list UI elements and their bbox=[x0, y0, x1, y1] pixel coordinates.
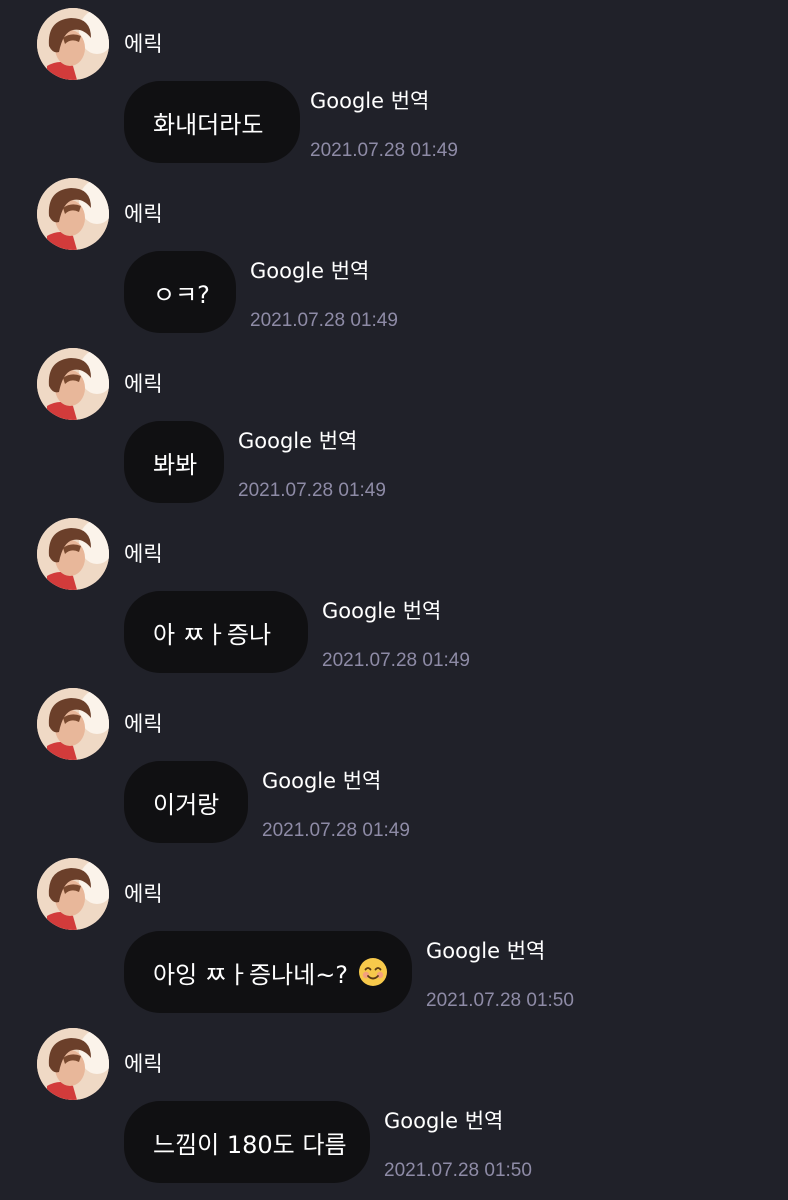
message-bubble[interactable]: 이거랑 bbox=[124, 761, 248, 843]
timestamp: 2021.07.28 01:50 bbox=[384, 1160, 532, 1181]
translation-source[interactable]: Google 번역 bbox=[426, 936, 574, 966]
sender-name: 에릭 bbox=[124, 1052, 163, 1076]
message-item: 에릭 화내더라도 Google 번역 2021.07.28 01:49 bbox=[0, 0, 788, 170]
avatar[interactable] bbox=[37, 518, 109, 590]
message-bubble[interactable]: ㅇㅋ? bbox=[124, 251, 236, 333]
sender-name: 에릭 bbox=[124, 882, 163, 906]
timestamp: 2021.07.28 01:49 bbox=[262, 820, 410, 841]
message-meta: Google 번역 2021.07.28 01:50 bbox=[426, 936, 574, 1014]
message-bubble[interactable]: 화내더라도 bbox=[124, 81, 300, 163]
translation-source[interactable]: Google 번역 bbox=[310, 86, 458, 116]
message-meta: Google 번역 2021.07.28 01:49 bbox=[310, 86, 458, 164]
message-meta: Google 번역 2021.07.28 01:49 bbox=[322, 596, 470, 674]
avatar[interactable] bbox=[37, 8, 109, 80]
avatar-portrait-image bbox=[37, 1028, 109, 1100]
avatar-portrait-image bbox=[37, 688, 109, 760]
message-item: 에릭 아잉 ㅉㅏ증나네~? Google 번역 2021.07.28 01:50 bbox=[0, 850, 788, 1020]
timestamp: 2021.07.28 01:49 bbox=[250, 310, 398, 331]
sender-name: 에릭 bbox=[124, 202, 163, 226]
message-text: 느낌이 180도 다름 bbox=[153, 1130, 347, 1159]
smiling-face-emoji bbox=[358, 957, 388, 987]
avatar[interactable] bbox=[37, 858, 109, 930]
avatar-portrait-image bbox=[37, 178, 109, 250]
translation-source[interactable]: Google 번역 bbox=[384, 1106, 532, 1136]
timestamp: 2021.07.28 01:49 bbox=[310, 140, 458, 161]
translation-source[interactable]: Google 번역 bbox=[322, 596, 470, 626]
message-bubble[interactable]: 느낌이 180도 다름 bbox=[124, 1101, 370, 1183]
message-item: 에릭 ㅇㅋ? Google 번역 2021.07.28 01:49 bbox=[0, 170, 788, 340]
message-bubble[interactable]: 봐봐 bbox=[124, 421, 224, 503]
avatar[interactable] bbox=[37, 348, 109, 420]
message-item: 에릭 아 ㅉㅏ증나 Google 번역 2021.07.28 01:49 bbox=[0, 510, 788, 680]
message-feed: 에릭 화내더라도 Google 번역 2021.07.28 01:49 에릭 ㅇ… bbox=[0, 0, 788, 1200]
sender-name: 에릭 bbox=[124, 712, 163, 736]
message-item: 에릭 봐봐 Google 번역 2021.07.28 01:49 bbox=[0, 340, 788, 510]
message-text: 아 ㅉㅏ증나 bbox=[153, 620, 272, 649]
message-bubble[interactable]: 아 ㅉㅏ증나 bbox=[124, 591, 308, 673]
avatar[interactable] bbox=[37, 1028, 109, 1100]
message-item: 에릭 이거랑 Google 번역 2021.07.28 01:49 bbox=[0, 680, 788, 850]
message-text: ㅇㅋ? bbox=[153, 280, 210, 309]
avatar-portrait-image bbox=[37, 518, 109, 590]
message-text: 아잉 ㅉㅏ증나네~? bbox=[153, 960, 349, 989]
avatar-portrait-image bbox=[37, 858, 109, 930]
timestamp: 2021.07.28 01:50 bbox=[426, 990, 574, 1011]
translation-source[interactable]: Google 번역 bbox=[250, 256, 398, 286]
translation-source[interactable]: Google 번역 bbox=[238, 426, 386, 456]
sender-name: 에릭 bbox=[124, 542, 163, 566]
message-text: 화내더라도 bbox=[153, 110, 264, 139]
message-text: 봐봐 bbox=[153, 450, 198, 479]
timestamp: 2021.07.28 01:49 bbox=[238, 480, 386, 501]
message-item: 에릭 느낌이 180도 다름 Google 번역 2021.07.28 01:5… bbox=[0, 1020, 788, 1190]
timestamp: 2021.07.28 01:49 bbox=[322, 650, 470, 671]
message-bubble[interactable]: 아잉 ㅉㅏ증나네~? bbox=[124, 931, 412, 1013]
message-text: 이거랑 bbox=[153, 790, 220, 819]
avatar-portrait-image bbox=[37, 8, 109, 80]
sender-name: 에릭 bbox=[124, 32, 163, 56]
message-meta: Google 번역 2021.07.28 01:50 bbox=[384, 1106, 532, 1184]
message-meta: Google 번역 2021.07.28 01:49 bbox=[238, 426, 386, 504]
translation-source[interactable]: Google 번역 bbox=[262, 766, 410, 796]
message-meta: Google 번역 2021.07.28 01:49 bbox=[250, 256, 398, 334]
message-meta: Google 번역 2021.07.28 01:49 bbox=[262, 766, 410, 844]
sender-name: 에릭 bbox=[124, 372, 163, 396]
avatar[interactable] bbox=[37, 178, 109, 250]
avatar-portrait-image bbox=[37, 348, 109, 420]
avatar[interactable] bbox=[37, 688, 109, 760]
